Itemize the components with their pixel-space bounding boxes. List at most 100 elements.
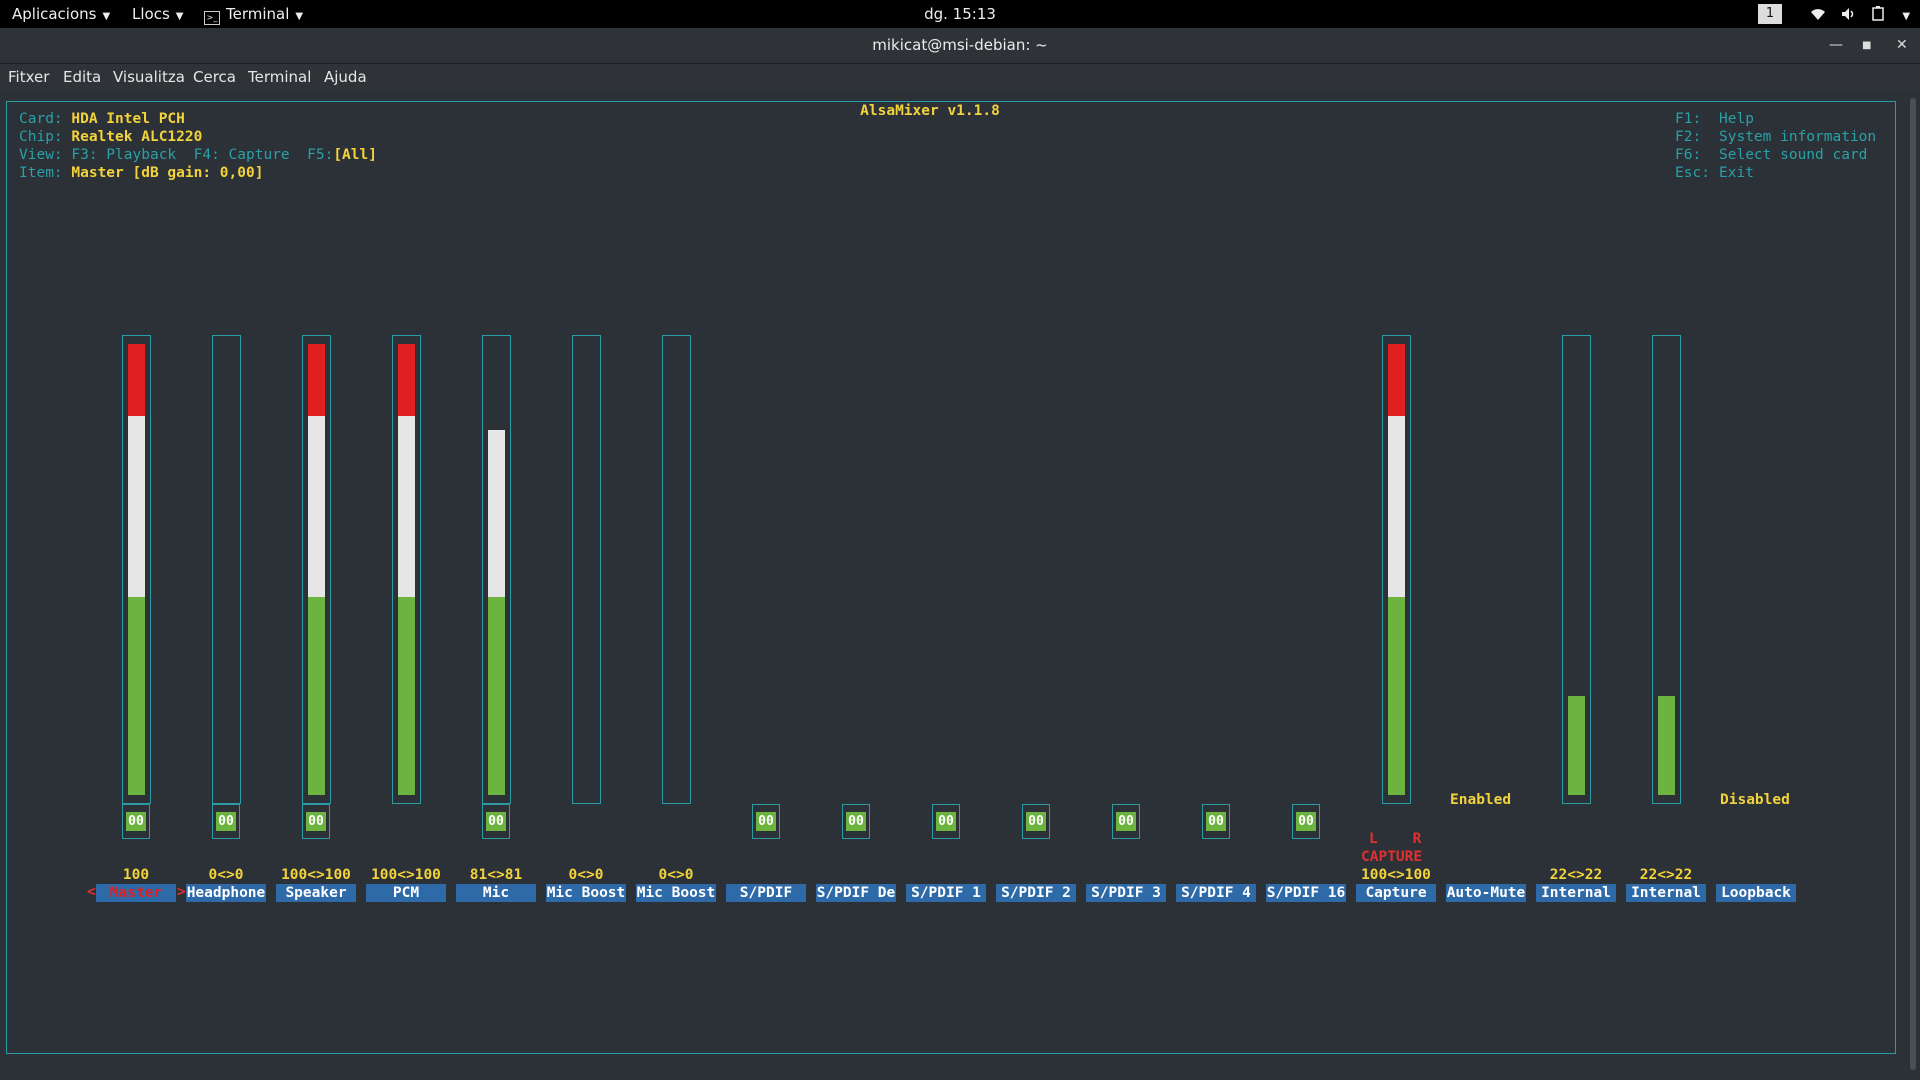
item-label: Item:: [19, 165, 63, 181]
channel-name[interactable]: Internal: [1536, 884, 1616, 902]
mute-toggle[interactable]: 00: [1112, 804, 1140, 839]
card-label: Card:: [19, 111, 63, 127]
mute-toggle[interactable]: 00: [1202, 804, 1230, 839]
switch-state: Enabled: [1450, 792, 1512, 808]
menu-edit[interactable]: Edita: [63, 64, 101, 90]
view-playback[interactable]: F3: Playback: [71, 147, 176, 163]
mute-state: 00: [216, 812, 236, 831]
clock[interactable]: dg. 15:13: [0, 0, 1920, 28]
channel-name[interactable]: Master: [96, 884, 176, 902]
channel-name[interactable]: Headphone: [186, 884, 266, 902]
channel-name[interactable]: Mic: [456, 884, 536, 902]
menu-file[interactable]: Fitxer: [8, 64, 49, 90]
switch-state: Disabled: [1720, 792, 1790, 808]
help-f6: F6: Select sound card: [1675, 146, 1867, 164]
help-f2: F2: System information: [1675, 128, 1876, 146]
mute-toggle[interactable]: 00: [122, 804, 150, 839]
mute-toggle[interactable]: 00: [1022, 804, 1050, 839]
volume-bar[interactable]: [572, 335, 601, 804]
menu-search[interactable]: Cerca: [193, 64, 236, 90]
channel-name[interactable]: S/PDIF 2: [996, 884, 1076, 902]
mute-state: 00: [1026, 812, 1046, 831]
volume-bar[interactable]: [482, 335, 511, 804]
menu-terminal[interactable]: Terminal: [248, 64, 311, 90]
channel-name[interactable]: PCM: [366, 884, 446, 902]
help-text: Exit: [1719, 165, 1754, 181]
level-green: [488, 597, 505, 795]
volume-value: 0<>0: [658, 867, 694, 883]
alsamixer-title: AlsaMixer v1.1.8: [850, 103, 1010, 119]
level-white: [128, 416, 145, 597]
terminal-area[interactable]: AlsaMixer v1.1.8 Card: HDA Intel PCH Chi…: [0, 90, 1920, 1080]
volume-bar[interactable]: [392, 335, 421, 804]
mute-toggle[interactable]: 00: [1292, 804, 1320, 839]
help-text: Select sound card: [1719, 147, 1868, 163]
mute-state: 00: [1206, 812, 1226, 831]
help-key: F1:: [1675, 111, 1702, 127]
minimize-icon[interactable]: —: [1829, 28, 1843, 63]
window-titlebar[interactable]: mikicat@msi-debian: ~ — ■ ✕: [0, 28, 1920, 64]
level-green: [128, 597, 145, 795]
level-white: [1388, 416, 1405, 597]
volume-value: 100<>100: [1361, 867, 1431, 883]
mute-state: 00: [126, 812, 146, 831]
volume-bar[interactable]: [122, 335, 151, 804]
volume-bar[interactable]: [1652, 335, 1681, 804]
level-green: [308, 597, 325, 795]
channel-name[interactable]: S/PDIF 4: [1176, 884, 1256, 902]
mute-state: 00: [306, 812, 326, 831]
level-white: [398, 416, 415, 597]
scrollbar[interactable]: [1910, 98, 1916, 1070]
mute-toggle[interactable]: 00: [212, 804, 240, 839]
mute-toggle[interactable]: 00: [302, 804, 330, 839]
channel-name[interactable]: S/PDIF 16: [1266, 884, 1346, 902]
volume-value: 22<>22: [1639, 867, 1693, 883]
channel-name[interactable]: Mic Boost: [636, 884, 716, 902]
channel-name[interactable]: Auto-Mute: [1446, 884, 1526, 902]
wifi-icon: [1811, 9, 1825, 20]
channel-name[interactable]: Loopback: [1716, 884, 1796, 902]
mute-state: 00: [486, 812, 506, 831]
caret-down-icon: ▼: [1902, 11, 1911, 22]
channel-name[interactable]: S/PDIF De: [816, 884, 896, 902]
channel-name[interactable]: Internal: [1626, 884, 1706, 902]
capture-label: CAPTURE: [1361, 849, 1423, 865]
mute-toggle[interactable]: 00: [752, 804, 780, 839]
battery-icon: [1871, 6, 1884, 21]
volume-value: 100<>100: [281, 867, 351, 883]
chip-label: Chip:: [19, 129, 63, 145]
system-tray[interactable]: ▼: [1810, 0, 1910, 28]
channel-name[interactable]: S/PDIF 3: [1086, 884, 1166, 902]
view-capture[interactable]: F4: Capture: [194, 147, 290, 163]
channel-name[interactable]: Speaker: [276, 884, 356, 902]
volume-bar[interactable]: [302, 335, 331, 804]
level-green: [1568, 696, 1585, 795]
help-text: System information: [1719, 129, 1877, 145]
top-bar: Aplicacions ▼ Llocs ▼ >_ Terminal ▼ dg. 15:1…: [0, 0, 1920, 28]
volume-bar[interactable]: [662, 335, 691, 804]
workspace-indicator[interactable]: 1: [1758, 4, 1782, 24]
volume-bar[interactable]: [1382, 335, 1411, 804]
level-red: [308, 344, 325, 416]
selection-right-marker: >: [177, 884, 186, 900]
volume-bar[interactable]: [212, 335, 241, 804]
channel-name[interactable]: S/PDIF 1: [906, 884, 986, 902]
channel-name[interactable]: Capture: [1356, 884, 1436, 902]
level-white: [488, 430, 505, 597]
volume-bar[interactable]: [1562, 335, 1591, 804]
channel-name[interactable]: Mic Boost: [546, 884, 626, 902]
view-all-key: F5:: [307, 147, 334, 163]
menu-view[interactable]: Visualitza: [113, 64, 185, 90]
channel-name[interactable]: S/PDIF: [726, 884, 806, 902]
mute-toggle[interactable]: 00: [842, 804, 870, 839]
close-icon[interactable]: ✕: [1896, 28, 1908, 63]
level-red: [398, 344, 415, 416]
menu-bar: Fitxer Edita Visualitza Cerca Terminal A…: [0, 64, 1920, 90]
capture-lr-label: L R: [1369, 831, 1422, 847]
view-all[interactable]: [All]: [333, 147, 377, 163]
item-line: Item: Master [dB gain: 0,00]: [19, 164, 263, 182]
maximize-icon[interactable]: ■: [1862, 28, 1871, 63]
mute-toggle[interactable]: 00: [932, 804, 960, 839]
mute-toggle[interactable]: 00: [482, 804, 510, 839]
menu-help[interactable]: Ajuda: [324, 64, 367, 90]
